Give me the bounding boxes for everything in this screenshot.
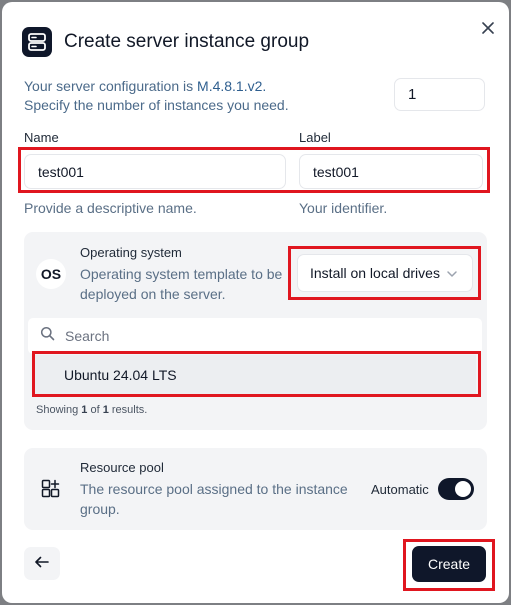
- config-info: Your server configuration is M.4.8.1.v2.…: [24, 77, 354, 115]
- label-hint: Your identifier.: [299, 200, 388, 216]
- config-version: M.4.8.1.v2.: [197, 78, 267, 94]
- install-option-value: Install on local drives: [310, 265, 440, 281]
- instance-count-input[interactable]: 1: [394, 78, 485, 111]
- search-input[interactable]: [63, 327, 447, 345]
- install-option-select[interactable]: Install on local drives: [297, 254, 473, 292]
- os-title: Operating system: [80, 245, 182, 260]
- results-mid: of: [87, 404, 103, 416]
- label-input[interactable]: test001: [299, 154, 483, 189]
- server-icon: [22, 27, 52, 57]
- config-prefix: Your server configuration is: [24, 78, 198, 94]
- results-suffix: results.: [108, 404, 148, 416]
- search-icon: [40, 326, 55, 346]
- automatic-label: Automatic: [371, 482, 429, 497]
- name-label: Name: [24, 130, 59, 145]
- arrow-left-icon: [35, 555, 49, 573]
- dialog-title: Create server instance group: [64, 31, 310, 52]
- os-description: Operating system template to be deployed…: [80, 266, 283, 302]
- os-badge: OS: [36, 259, 66, 289]
- create-button[interactable]: Create: [412, 546, 486, 582]
- results-prefix: Showing: [36, 404, 82, 416]
- close-icon[interactable]: [479, 19, 497, 37]
- resource-pool-title: Resource pool: [80, 460, 164, 475]
- results-count: Showing 1 of 1 results.: [36, 404, 147, 416]
- automatic-toggle[interactable]: [438, 478, 474, 500]
- label-label: Label: [299, 130, 331, 145]
- chevron-down-icon: [446, 267, 458, 283]
- config-instruction: Specify the number of instances you need…: [24, 97, 289, 113]
- os-option-ubuntu[interactable]: Ubuntu 24.04 LTS: [34, 355, 476, 395]
- back-button[interactable]: [24, 547, 60, 580]
- name-input[interactable]: test001: [24, 154, 286, 189]
- resource-pool-description: The resource pool assigned to the instan…: [80, 481, 348, 517]
- grid-plus-icon: [41, 479, 63, 506]
- os-search: [28, 318, 482, 354]
- name-hint: Provide a descriptive name.: [24, 200, 197, 216]
- toggle-knob: [455, 481, 471, 497]
